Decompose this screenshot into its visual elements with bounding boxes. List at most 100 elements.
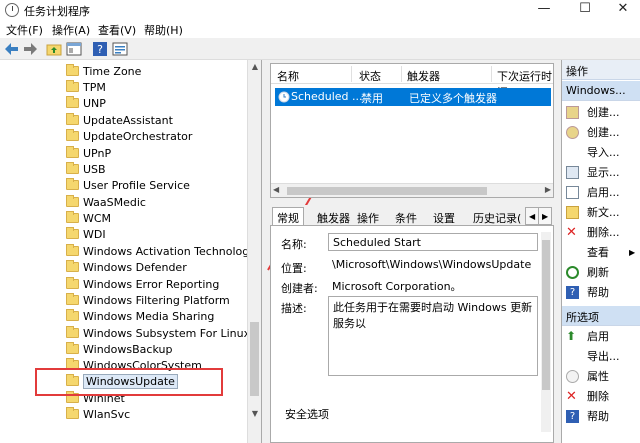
menu-view[interactable]: 查看(V) xyxy=(98,22,136,38)
folder-icon xyxy=(66,80,79,92)
tree-item[interactable]: WindowsBackup xyxy=(66,341,172,357)
folder-icon xyxy=(66,129,79,141)
action-delete-folder[interactable]: ✕ 删除... xyxy=(566,224,620,240)
tab-scroll-right-icon[interactable]: ▶ xyxy=(538,207,552,225)
folder-icon xyxy=(66,326,79,338)
tree-item[interactable]: Windows Error Reporting xyxy=(66,276,219,292)
scroll-thumb[interactable] xyxy=(287,187,487,195)
submenu-arrow-icon: ▶ xyxy=(629,247,636,257)
menu-action[interactable]: 操作(A) xyxy=(52,22,90,38)
tree-item[interactable]: UpdateOrchestrator xyxy=(66,128,192,144)
blank-icon xyxy=(566,146,579,159)
folder-icon xyxy=(66,277,79,289)
action-import[interactable]: 导入... xyxy=(566,144,620,160)
menu-bar: 文件(F) 操作(A) 查看(V) 帮助(H) xyxy=(0,20,640,38)
action-properties[interactable]: 属性 xyxy=(566,368,609,384)
list-icon xyxy=(566,165,579,179)
task-list[interactable]: 名称 状态 触发器 下次运行时间 Scheduled ... 禁用 已定义多个触… xyxy=(270,63,554,198)
tree-item[interactable]: USB xyxy=(66,161,106,177)
folder-icon xyxy=(66,96,79,108)
tab-history[interactable]: 历史记录( xyxy=(468,207,526,225)
console-tree-icon[interactable] xyxy=(66,41,82,57)
help-icon: ? xyxy=(566,409,579,423)
title-bar: 任务计划程序 — ☐ ✕ xyxy=(0,0,640,20)
scroll-thumb[interactable] xyxy=(250,322,259,396)
tree-item[interactable]: Windows Subsystem For Linux xyxy=(66,325,250,341)
tab-conditions[interactable]: 条件 xyxy=(390,207,422,225)
action-help[interactable]: ? 帮助 xyxy=(566,284,609,300)
tab-triggers[interactable]: 触发器 xyxy=(312,207,355,225)
description-field[interactable]: 此任务用于在需要时启动 Windows 更新服务以 xyxy=(328,296,538,376)
maximize-button[interactable]: ☐ xyxy=(565,0,605,20)
col-status[interactable]: 状态 xyxy=(359,68,381,84)
tree-item[interactable]: WaaSMedic xyxy=(66,194,146,210)
action-enable-selected[interactable]: ⬆ 启用 xyxy=(566,328,609,344)
close-button[interactable]: ✕ xyxy=(603,0,640,20)
properties-icon[interactable] xyxy=(112,41,128,57)
scroll-up-icon[interactable]: ▲ xyxy=(248,60,261,74)
task-clock-icon xyxy=(278,91,290,103)
tree-item[interactable]: Windows Defender xyxy=(66,259,187,275)
task-name: Scheduled ... xyxy=(291,90,363,103)
tab-general[interactable]: 常规 xyxy=(272,207,304,225)
col-name[interactable]: 名称 xyxy=(277,68,299,84)
tree-item[interactable]: UPnP xyxy=(66,145,111,161)
task-list-hscrollbar[interactable]: ◀ ▶ xyxy=(271,183,553,197)
actions-section-windows[interactable]: Windows... xyxy=(562,81,640,101)
toolbar: ? xyxy=(0,38,640,60)
task-status: 禁用 xyxy=(361,92,383,105)
menu-help[interactable]: 帮助(H) xyxy=(144,22,183,38)
col-trigger[interactable]: 触发器 xyxy=(407,68,440,84)
action-delete[interactable]: ✕ 删除 xyxy=(566,388,609,404)
action-refresh[interactable]: 刷新 xyxy=(566,264,609,280)
tree-item[interactable]: UNP xyxy=(66,95,106,111)
folder-icon xyxy=(66,162,79,174)
folder-icon xyxy=(66,178,79,190)
minimize-button[interactable]: — xyxy=(524,0,564,20)
action-new-folder[interactable]: 新文... xyxy=(566,204,620,220)
folder-icon xyxy=(66,113,79,125)
scroll-down-icon[interactable]: ▼ xyxy=(248,407,261,421)
tree-item[interactable]: UpdateAssistant xyxy=(66,112,173,128)
annotation-highlight-box xyxy=(35,368,223,396)
action-display[interactable]: 显示... xyxy=(566,164,620,180)
tab-settings[interactable]: 设置 xyxy=(428,207,460,225)
tree-item[interactable]: Windows Activation Technologies xyxy=(66,243,261,259)
tab-scroll-left-icon[interactable]: ◀ xyxy=(525,207,539,225)
name-label: 名称: xyxy=(281,238,307,251)
menu-file[interactable]: 文件(F) xyxy=(6,22,43,38)
tree-scrollbar[interactable]: ▲ ▼ xyxy=(247,60,261,443)
blank-icon xyxy=(566,246,579,259)
tree-item[interactable]: Windows Media Sharing xyxy=(66,308,214,324)
action-export[interactable]: 导出... xyxy=(566,348,620,364)
tree-item[interactable]: WDI xyxy=(66,226,106,242)
action-enable[interactable]: 启用... xyxy=(566,184,620,200)
folder-icon xyxy=(66,64,79,76)
tree-item[interactable]: User Profile Service xyxy=(66,177,190,193)
actions-section-selected[interactable]: 所选项 xyxy=(562,306,640,326)
name-field[interactable]: Scheduled Start xyxy=(328,233,538,251)
tree-item[interactable]: Time Zone xyxy=(66,63,141,79)
tree-item[interactable]: TPM xyxy=(66,79,106,95)
action-create-task[interactable]: 创建... xyxy=(566,124,620,140)
scroll-right-icon[interactable]: ▶ xyxy=(545,185,551,194)
action-view[interactable]: 查看 ▶ xyxy=(566,244,635,260)
document-icon xyxy=(566,185,579,199)
help-icon: ? xyxy=(566,285,579,299)
tab-actions[interactable]: 操作 xyxy=(352,207,384,225)
props-scrollbar[interactable] xyxy=(541,232,551,432)
tree-item[interactable]: WCM xyxy=(66,210,111,226)
forward-arrow-icon[interactable] xyxy=(22,41,38,57)
tree-item[interactable]: WlanSvc xyxy=(66,406,130,422)
folder-up-icon[interactable] xyxy=(46,41,62,57)
blank-icon xyxy=(566,350,579,363)
help-icon[interactable]: ? xyxy=(92,41,108,57)
table-row[interactable]: Scheduled ... 禁用 已定义多个触发器 xyxy=(275,88,551,106)
scroll-thumb[interactable] xyxy=(542,240,550,390)
scroll-left-icon[interactable]: ◀ xyxy=(273,185,279,194)
general-properties: 名称: Scheduled Start 位置: \Microsoft\Windo… xyxy=(270,225,554,443)
action-create-basic-task[interactable]: 创建... xyxy=(566,104,620,120)
back-arrow-icon[interactable] xyxy=(4,41,20,57)
tree-item[interactable]: Windows Filtering Platform xyxy=(66,292,230,308)
action-help-selected[interactable]: ? 帮助 xyxy=(566,408,609,424)
